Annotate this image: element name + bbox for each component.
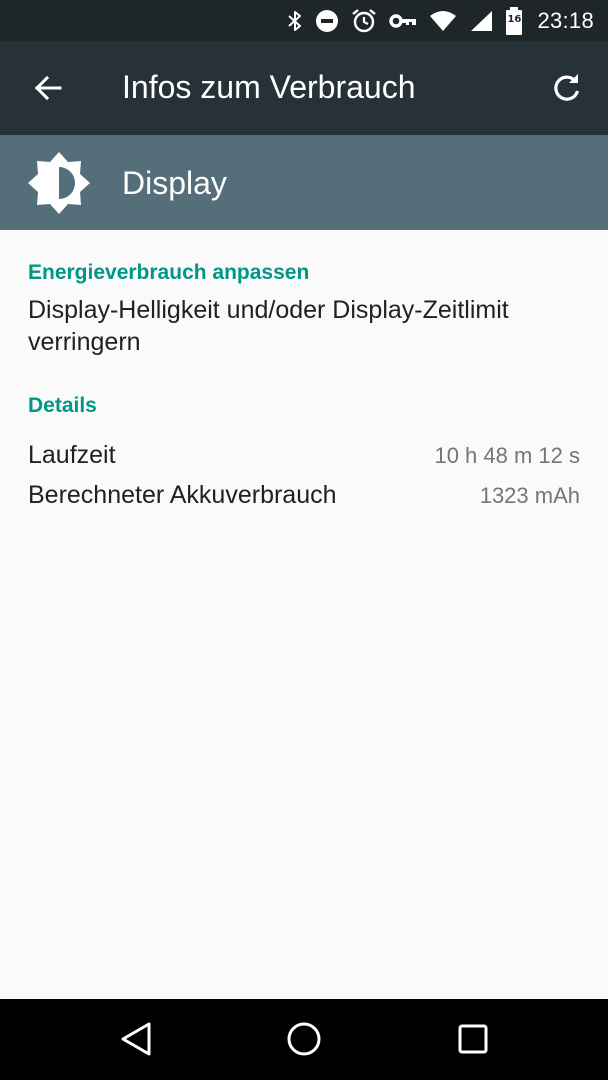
- bluetooth-icon: [287, 9, 303, 33]
- nav-recents-icon: [458, 1024, 488, 1054]
- page-title: Infos zum Verbrauch: [122, 69, 416, 105]
- refresh-button[interactable]: [543, 64, 591, 112]
- nav-back-button[interactable]: [108, 1013, 164, 1065]
- vpn-key-icon: [389, 11, 417, 31]
- header-title: Display: [122, 165, 227, 201]
- detail-value: 1323 mAh: [479, 483, 580, 508]
- cell-signal-icon: [469, 10, 493, 32]
- status-bar: 16 23:18: [0, 0, 608, 41]
- details-title: Details: [28, 394, 97, 417]
- alarm-icon: [351, 8, 377, 34]
- battery-level: 16: [507, 13, 522, 25]
- detail-value: 10 h 48 m 12 s: [434, 443, 580, 468]
- header-band: Display: [0, 135, 608, 230]
- nav-back-icon: [121, 1022, 151, 1056]
- status-time: 23:18: [537, 7, 594, 33]
- arrow-back-icon: [34, 75, 62, 101]
- detail-label: Berechneter Akkuverbrauch: [28, 481, 337, 509]
- back-button[interactable]: [24, 64, 72, 112]
- detail-row-runtime: Laufzeit 10 h 48 m 12 s: [28, 441, 580, 470]
- nav-home-icon: [287, 1022, 321, 1056]
- nav-home-button[interactable]: [276, 1013, 332, 1065]
- nav-bar: [0, 999, 608, 1080]
- app-bar: Infos zum Verbrauch: [0, 41, 608, 135]
- battery-icon: 16: [505, 6, 523, 35]
- detail-row-battery-usage: Berechneter Akkuverbrauch 1323 mAh: [28, 481, 580, 510]
- detail-label: Laufzeit: [28, 441, 116, 469]
- tip-text: Display-Helligkeit und/oder Display-Zeit…: [28, 296, 509, 356]
- refresh-icon: [554, 74, 580, 101]
- tip-title: Energieverbrauch anpassen: [28, 261, 310, 284]
- do-not-disturb-icon: [315, 9, 339, 33]
- status-icons: 16 23:18: [275, 0, 594, 41]
- brightness-icon: [28, 152, 90, 214]
- nav-recents-button[interactable]: [445, 1013, 501, 1065]
- wifi-icon: [429, 10, 457, 32]
